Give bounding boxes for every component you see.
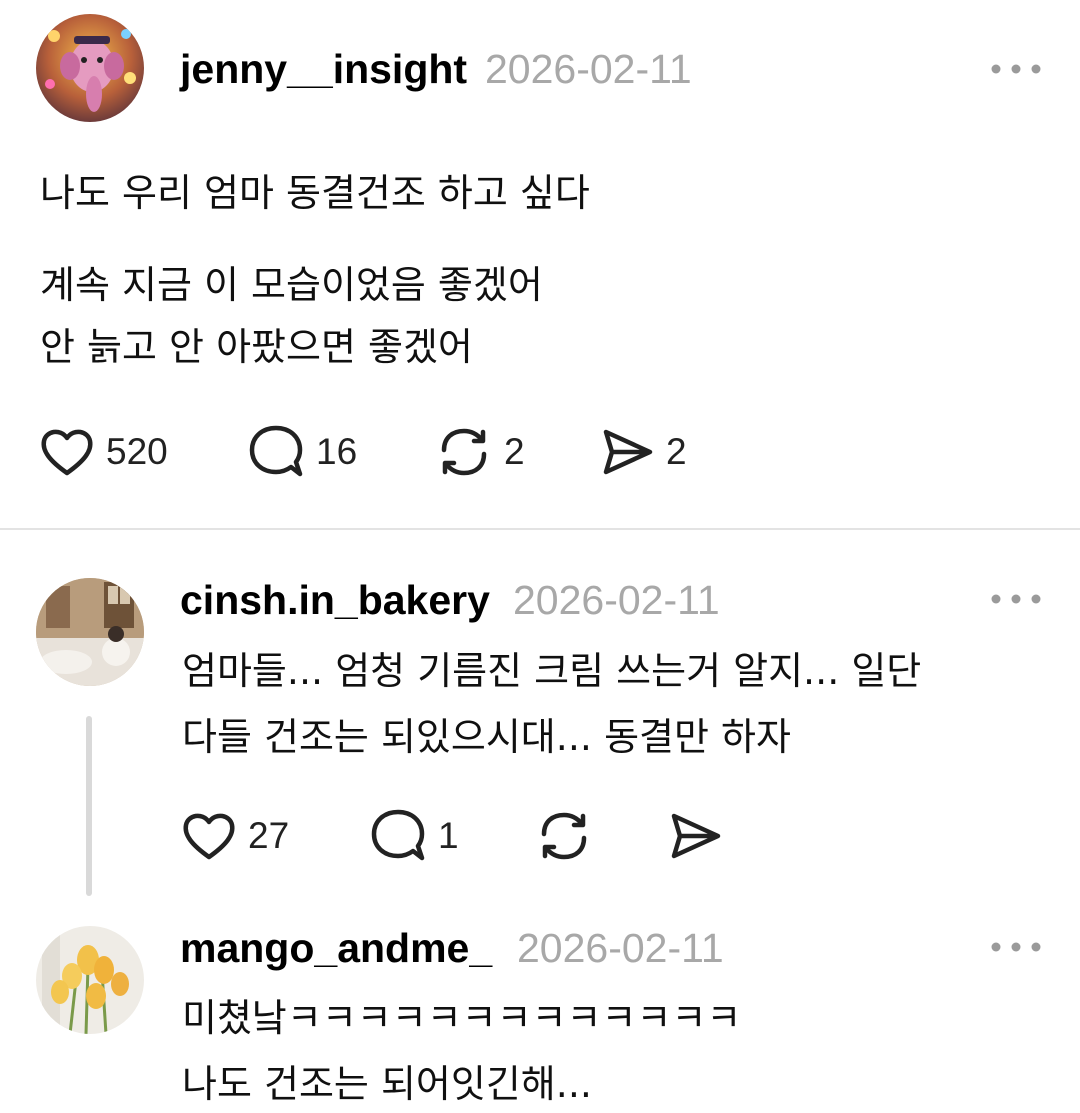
- reply-2-line-1: 미쳤낰ㅋㅋㅋㅋㅋㅋㅋㅋㅋㅋㅋㅋㅋ: [182, 996, 742, 1040]
- heart-icon: [41, 429, 93, 476]
- avatar-jenny-insight[interactable]: [36, 14, 144, 122]
- repost-arrows-icon: [441, 428, 487, 476]
- more-horizontal-icon[interactable]: [990, 59, 1042, 79]
- post-text-2: 계속 지금 이 모습이었음 좋겠어 안 늙고 안 아팠으면 좋겠어: [40, 254, 543, 378]
- like-button[interactable]: 520: [38, 422, 168, 482]
- reply-1-line-1: 엄마들... 엄청 기름진 크림 쓰는거 알지... 일단: [182, 649, 922, 693]
- divider: [0, 528, 1080, 530]
- avatar-mango-andme[interactable]: [36, 926, 144, 1034]
- speech-bubble-icon: [371, 809, 425, 861]
- more-horizontal-icon[interactable]: [990, 589, 1042, 609]
- post-paragraph-1: 나도 우리 엄마 동결건조 하고 싶다: [40, 171, 590, 215]
- heart-icon: [183, 813, 235, 860]
- avatar-cinsh-in-bakery[interactable]: [36, 578, 144, 686]
- reply-1-comment-button[interactable]: 1: [368, 806, 459, 866]
- repost-button[interactable]: 2: [434, 422, 525, 482]
- paper-plane-icon: [671, 813, 721, 859]
- reply-1-comment-count: 1: [438, 815, 459, 856]
- share-button[interactable]: 2: [598, 422, 687, 482]
- reply-2-date: 2026-02-11: [517, 925, 724, 971]
- reply-1-like-button[interactable]: 27: [180, 806, 289, 866]
- reply-2-username[interactable]: mango_andme_: [180, 924, 492, 972]
- post-paragraph-2: 계속 지금 이 모습이었음 좋겠어: [40, 263, 543, 307]
- like-count: 520: [106, 431, 168, 472]
- comment-count: 16: [316, 431, 358, 472]
- more-horizontal-icon[interactable]: [990, 937, 1042, 957]
- threads-post-page: jenny__insight 2026-02-11 나도 우리 엄마 동결건조 …: [0, 0, 1080, 1113]
- reply-1-share-button[interactable]: [666, 806, 724, 866]
- reply-2-line-2: 나도 건조는 되어잇긴해...: [182, 1062, 592, 1106]
- repost-count: 2: [504, 431, 525, 472]
- comment-button[interactable]: 16: [246, 422, 357, 482]
- reply-2-text: 미쳤낰ㅋㅋㅋㅋㅋㅋㅋㅋㅋㅋㅋㅋㅋ 나도 건조는 되어잇긴해...: [182, 985, 741, 1113]
- reply-1-text: 엄마들... 엄청 기름진 크림 쓰는거 알지... 일단 다들 건조는 되있으…: [182, 638, 921, 770]
- post-username[interactable]: jenny__insight: [180, 45, 467, 93]
- reply-1-repost-button[interactable]: [534, 806, 594, 866]
- reply-1-line-2: 다들 건조는 되있으시대... 동결만 하자: [182, 715, 791, 759]
- thread-line: [86, 716, 92, 896]
- paper-plane-icon: [603, 429, 653, 475]
- speech-bubble-icon: [249, 425, 303, 477]
- post-text: 나도 우리 엄마 동결건조 하고 싶다: [40, 164, 590, 222]
- share-count: 2: [666, 431, 687, 472]
- repost-arrows-icon: [541, 812, 587, 860]
- reply-1-like-count: 27: [248, 815, 290, 856]
- post-date: 2026-02-11: [485, 46, 692, 92]
- reply-1-username[interactable]: cinsh.in_bakery: [180, 576, 490, 624]
- post-paragraph-3: 안 늙고 안 아팠으면 좋겠어: [40, 325, 473, 369]
- reply-1-date: 2026-02-11: [513, 577, 720, 623]
